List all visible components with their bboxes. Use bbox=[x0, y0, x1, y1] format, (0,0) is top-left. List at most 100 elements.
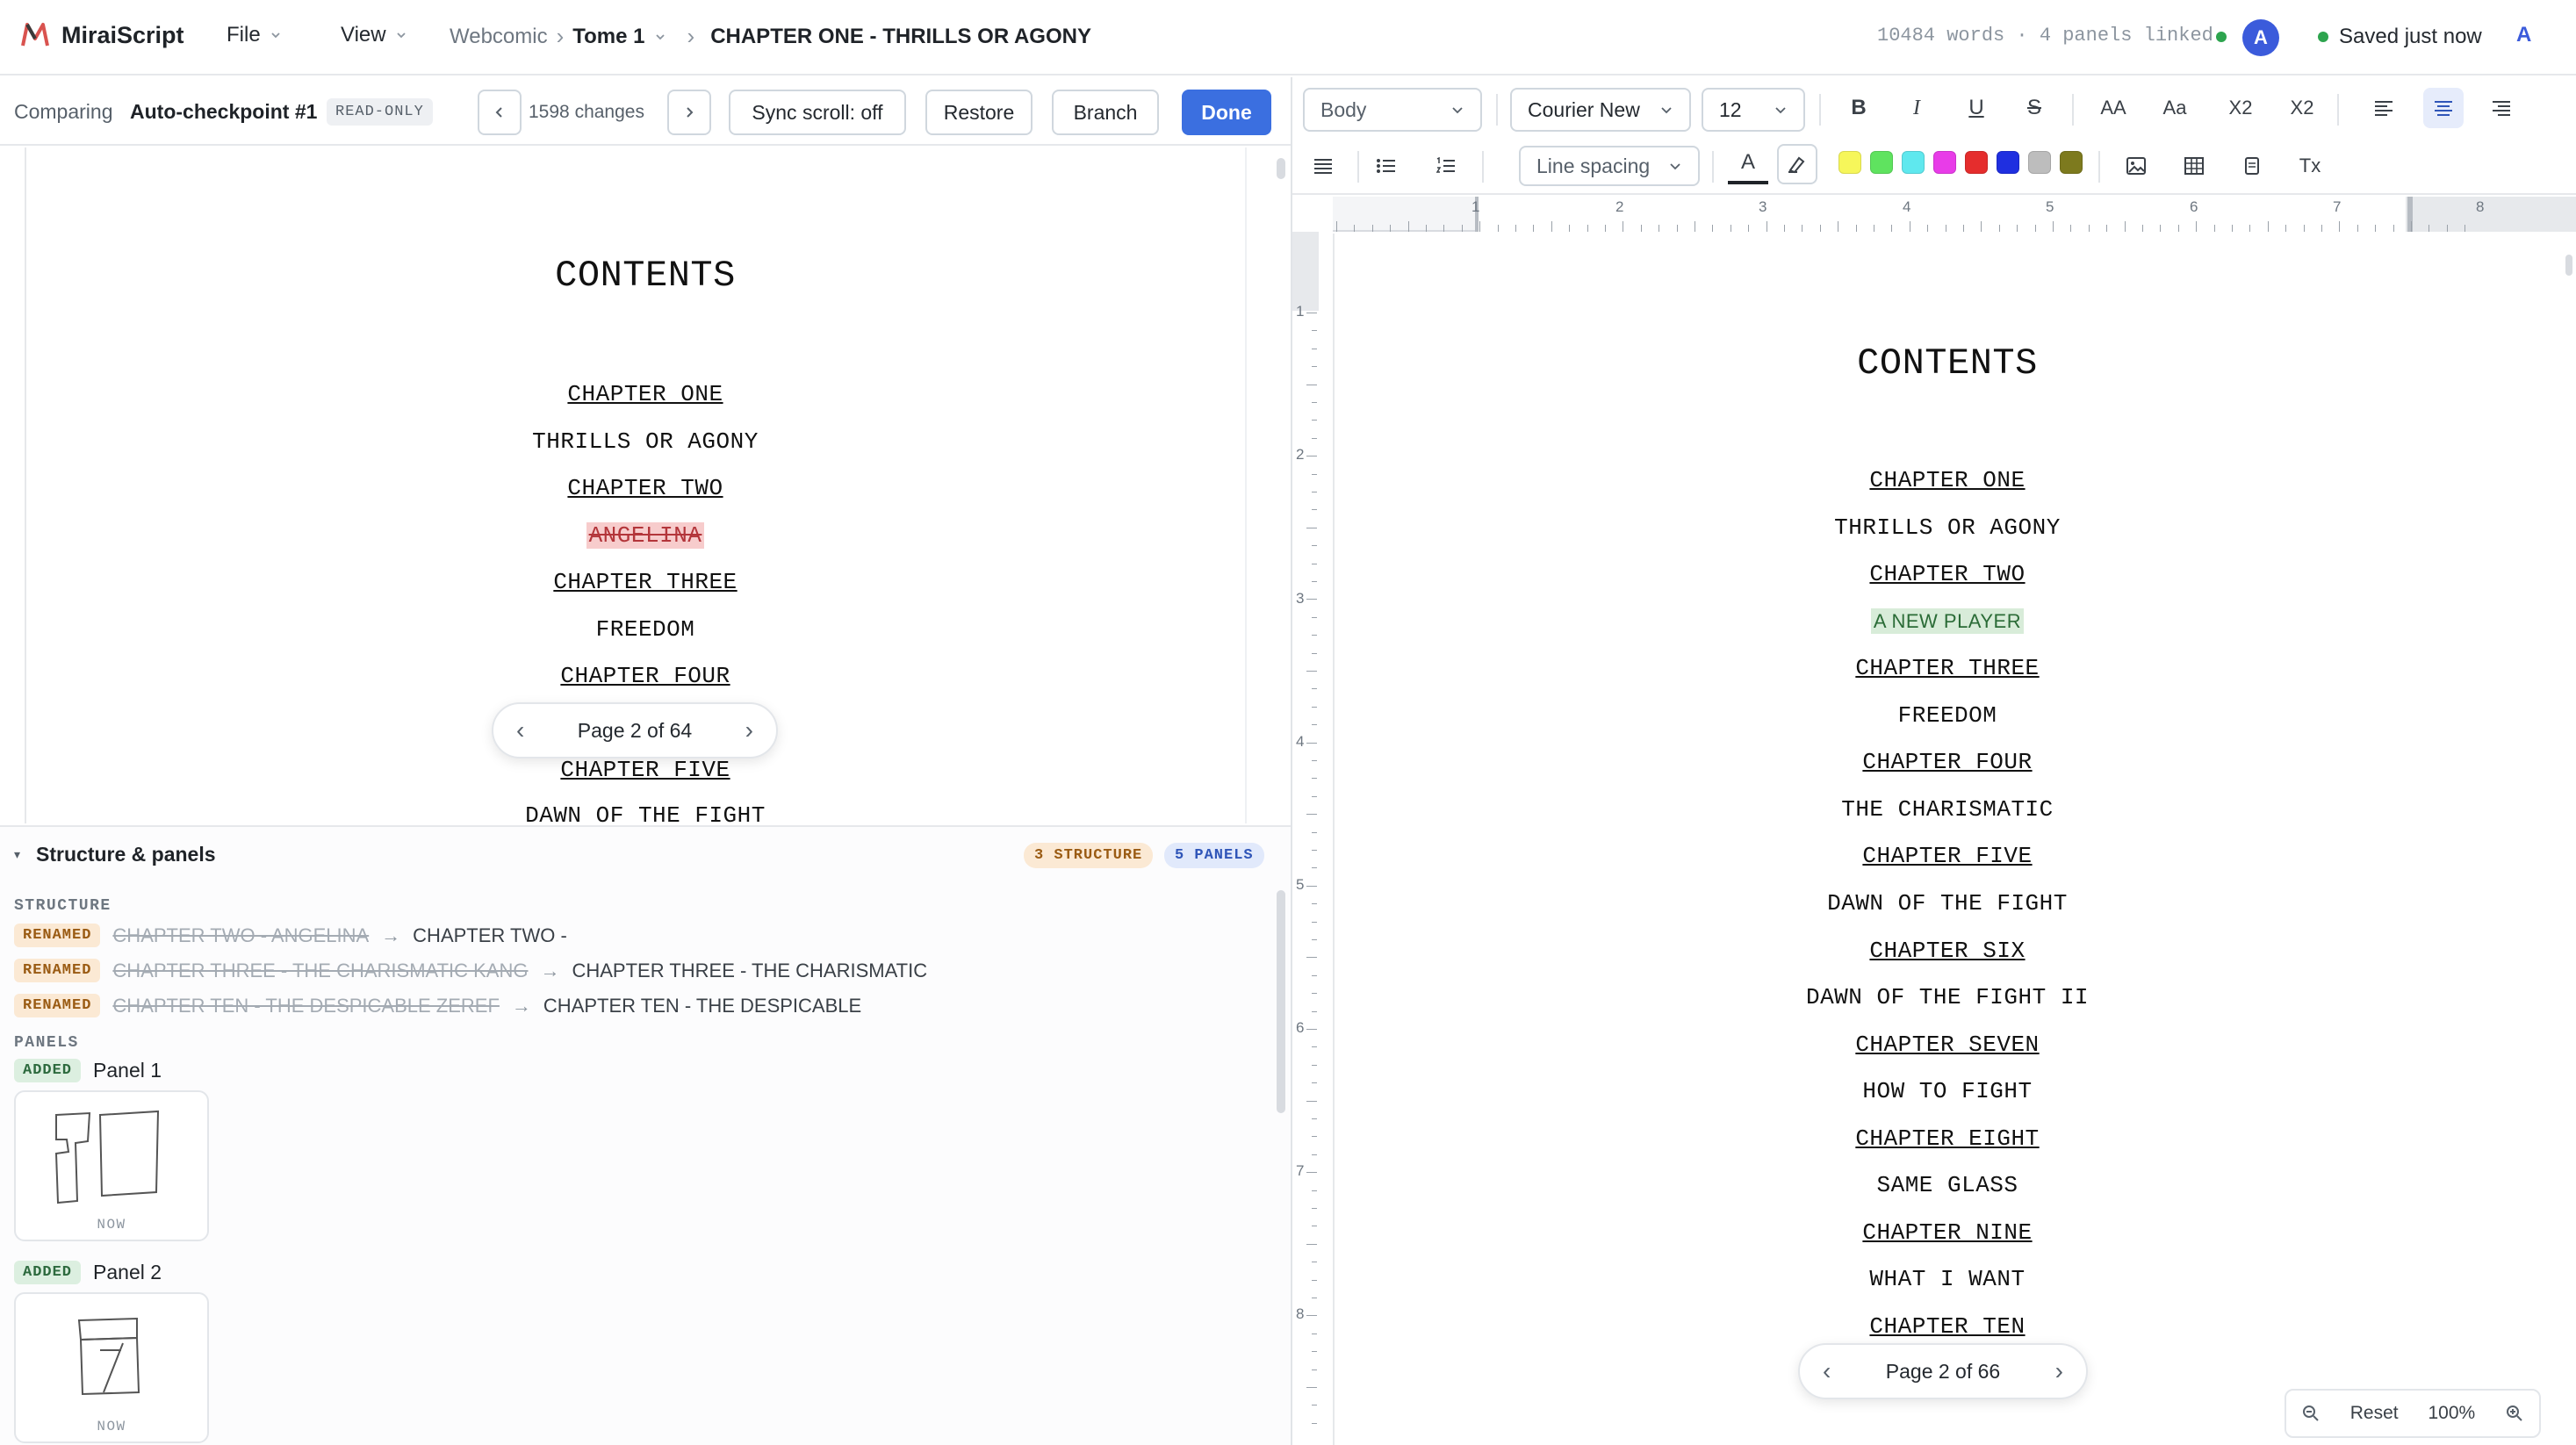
breadcrumb-project[interactable]: Webcomic bbox=[450, 25, 548, 49]
prev-page-icon[interactable]: ‹ bbox=[516, 716, 524, 744]
underline-button[interactable]: U bbox=[1956, 88, 1997, 128]
toc-line: HOW TO FIGHT bbox=[1862, 1078, 2033, 1104]
breadcrumb-volume[interactable]: Tome 1 bbox=[572, 25, 644, 49]
toc-link[interactable]: CHAPTER SIX bbox=[1869, 938, 2025, 964]
ruler-tick bbox=[1533, 225, 1535, 232]
numbered-list-button[interactable] bbox=[1426, 146, 1466, 186]
swatch-gray[interactable] bbox=[2028, 151, 2051, 174]
prev-change-button[interactable] bbox=[478, 90, 522, 135]
ruler-number: 2 bbox=[1296, 446, 1305, 463]
align-right-icon bbox=[2493, 101, 2510, 116]
view-menu[interactable]: View bbox=[341, 23, 407, 47]
arrow-right-icon: → bbox=[540, 959, 560, 981]
bullet-list-icon bbox=[1377, 159, 1395, 173]
zoom-out-icon[interactable] bbox=[2301, 1404, 2321, 1423]
vertical-ruler[interactable] bbox=[1292, 232, 1319, 1445]
strikethrough-button[interactable]: S bbox=[2014, 88, 2054, 128]
italic-button[interactable]: I bbox=[1896, 88, 1937, 128]
toc-link[interactable]: CHAPTER THREE bbox=[553, 569, 737, 595]
font-size-select[interactable]: 12 bbox=[1702, 88, 1805, 132]
next-page-icon[interactable]: › bbox=[745, 716, 753, 744]
bold-button[interactable]: B bbox=[1838, 88, 1879, 128]
toc-link[interactable]: CHAPTER FIVE bbox=[1862, 843, 2032, 869]
ruler-tick bbox=[1306, 671, 1317, 672]
uppercase-button[interactable]: AA bbox=[2093, 88, 2133, 128]
ruler-number: 6 bbox=[2190, 198, 2198, 215]
swatch-cyan[interactable] bbox=[1902, 151, 1925, 174]
user-avatar[interactable]: A bbox=[2516, 23, 2531, 47]
paragraph-style-select[interactable]: Body bbox=[1303, 88, 1482, 132]
sync-scroll-button[interactable]: Sync scroll: off bbox=[729, 90, 906, 135]
toc-link[interactable]: CHAPTER FIVE bbox=[560, 757, 730, 783]
right-scrollbar[interactable] bbox=[2565, 255, 2572, 276]
insert-image-button[interactable] bbox=[2116, 146, 2156, 186]
toc-line: DAWN OF THE FIGHT bbox=[525, 802, 766, 823]
font-family-select[interactable]: Courier New bbox=[1510, 88, 1691, 132]
toc-link[interactable]: CHAPTER FOUR bbox=[560, 663, 730, 689]
done-button[interactable]: Done bbox=[1182, 90, 1271, 135]
current-document-page[interactable] bbox=[1333, 234, 2576, 1445]
collaborator-avatar[interactable]: A bbox=[2242, 19, 2279, 56]
line-spacing-select[interactable]: Line spacing bbox=[1519, 146, 1700, 186]
toc-link[interactable]: CHAPTER SEVEN bbox=[1855, 1032, 2039, 1058]
swatch-yellow[interactable] bbox=[1838, 151, 1861, 174]
swatch-green[interactable] bbox=[1870, 151, 1893, 174]
ruler-tick bbox=[1306, 1029, 1317, 1030]
panel-thumbnail[interactable]: NOW bbox=[14, 1292, 209, 1443]
ruler-tick bbox=[1640, 225, 1642, 232]
toc-link[interactable]: CHAPTER FOUR bbox=[1862, 749, 2032, 775]
zoom-reset-button[interactable]: Reset bbox=[2350, 1403, 2399, 1424]
toc-line: THE CHARISMATIC bbox=[1841, 796, 2054, 823]
page-break-button[interactable] bbox=[2232, 146, 2272, 186]
align-center-button[interactable] bbox=[2423, 88, 2464, 128]
branch-button[interactable]: Branch bbox=[1052, 90, 1159, 135]
clear-formatting-button[interactable]: Tx bbox=[2290, 146, 2330, 186]
toc-link[interactable]: CHAPTER TWO bbox=[567, 475, 723, 501]
change-count-label: changes bbox=[574, 102, 644, 122]
toc-link[interactable]: CHAPTER ONE bbox=[1869, 467, 2025, 493]
swatch-blue[interactable] bbox=[1997, 151, 2019, 174]
toc-line: CHAPTER FOUR bbox=[1333, 749, 2562, 775]
panel-thumbnail[interactable]: NOW bbox=[14, 1090, 209, 1241]
panel-time: NOW bbox=[97, 1419, 126, 1434]
superscript-button[interactable]: X2 bbox=[2277, 88, 2327, 128]
swatch-magenta[interactable] bbox=[1933, 151, 1956, 174]
text-color-button[interactable]: A bbox=[1728, 144, 1768, 184]
justify-button[interactable] bbox=[1303, 146, 1343, 186]
app-name: MiraiScript bbox=[61, 21, 184, 48]
align-left-button[interactable] bbox=[2364, 88, 2404, 128]
breadcrumb-chapter[interactable]: CHAPTER ONE - THRILLS OR AGONY bbox=[710, 25, 1091, 49]
line-spacing-label: Line spacing bbox=[1536, 154, 1651, 177]
swatch-olive[interactable] bbox=[2060, 151, 2083, 174]
left-scrollbar[interactable] bbox=[1277, 158, 1285, 179]
chevron-down-icon bbox=[655, 33, 665, 40]
toolbar-separator bbox=[1482, 151, 1484, 183]
collapse-caret-icon[interactable]: ▾ bbox=[14, 847, 20, 862]
right-margin-handle[interactable] bbox=[2407, 197, 2413, 232]
prev-page-icon[interactable]: ‹ bbox=[1823, 1357, 1831, 1385]
insert-table-button[interactable] bbox=[2174, 146, 2214, 186]
ruler-tick bbox=[1426, 225, 1427, 232]
toc-link[interactable]: CHAPTER ONE bbox=[567, 381, 723, 407]
ruler-tick bbox=[1306, 1387, 1317, 1388]
next-change-button[interactable] bbox=[667, 90, 711, 135]
toc-link[interactable]: CHAPTER TEN bbox=[1869, 1313, 2025, 1340]
format-toolbar: Body Courier New 12 B I U S AA Aa X2 X2 bbox=[1292, 77, 2576, 139]
toc-link[interactable]: CHAPTER NINE bbox=[1862, 1219, 2032, 1246]
file-menu[interactable]: File bbox=[227, 23, 282, 47]
restore-button[interactable]: Restore bbox=[925, 90, 1033, 135]
bullet-list-button[interactable] bbox=[1366, 146, 1407, 186]
highlight-button[interactable] bbox=[1777, 144, 1817, 184]
align-right-button[interactable] bbox=[2481, 88, 2522, 128]
app-logo[interactable]: MiraiScript bbox=[19, 19, 184, 51]
toc-link[interactable]: CHAPTER TWO bbox=[1869, 561, 2025, 587]
structure-panel-header[interactable]: ▾ Structure & panels bbox=[14, 843, 216, 866]
next-page-icon[interactable]: › bbox=[2055, 1357, 2063, 1385]
structure-scrollbar[interactable] bbox=[1277, 890, 1285, 1113]
subscript-button[interactable]: X2 bbox=[2216, 88, 2265, 128]
titlecase-button[interactable]: Aa bbox=[2155, 88, 2195, 128]
toc-link[interactable]: CHAPTER EIGHT bbox=[1855, 1125, 2039, 1152]
swatch-red[interactable] bbox=[1965, 151, 1988, 174]
zoom-in-icon[interactable] bbox=[2505, 1404, 2524, 1423]
toc-link[interactable]: CHAPTER THREE bbox=[1855, 655, 2039, 681]
